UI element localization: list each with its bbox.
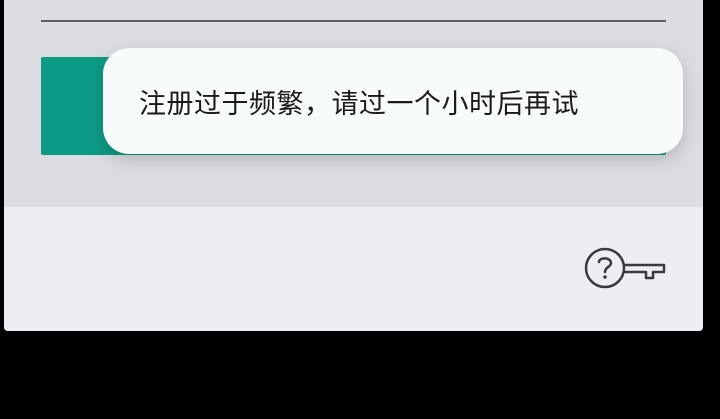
- help-key-icon: [584, 247, 666, 289]
- help-key-button[interactable]: [582, 245, 666, 291]
- divider: [41, 20, 666, 22]
- toast-message: 注册过于频繁，请过一个小时后再试: [139, 88, 579, 120]
- toast-notification: 注册过于频繁，请过一个小时后再试: [103, 48, 683, 154]
- screen: 注册过于频繁，请过一个小时后再试: [0, 0, 720, 419]
